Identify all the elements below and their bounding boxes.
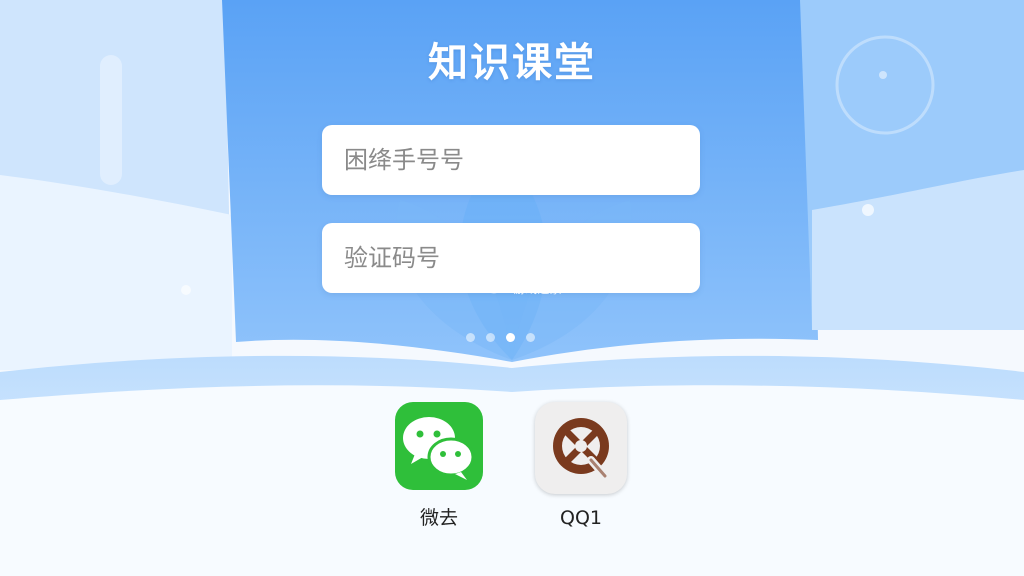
watermark-domain: .com [570,282,600,296]
page-title: 知识课堂 [428,40,596,86]
phone-field[interactable] [322,125,700,195]
page-indicator [466,333,535,342]
wechat-label: 微去 [419,507,458,529]
page-dot-active[interactable] [506,333,515,342]
verification-code-input[interactable] [342,243,700,273]
page-dot[interactable] [526,333,535,342]
qq-login-button[interactable]: QQ1 [535,402,627,529]
page-dot[interactable] [466,333,475,342]
page-dot[interactable] [486,333,495,342]
watermark-site: 游戏之家 [513,282,562,296]
qq-icon[interactable] [535,402,627,494]
wechat-login-button[interactable]: 微去 [395,402,483,530]
phone-input[interactable] [342,145,700,175]
watermark-logo: K73 游戏之家 .com [448,270,600,300]
watermark-brand: K73 [448,270,505,300]
qq-label: QQ1 [560,507,602,529]
wechat-icon[interactable] [395,402,483,490]
